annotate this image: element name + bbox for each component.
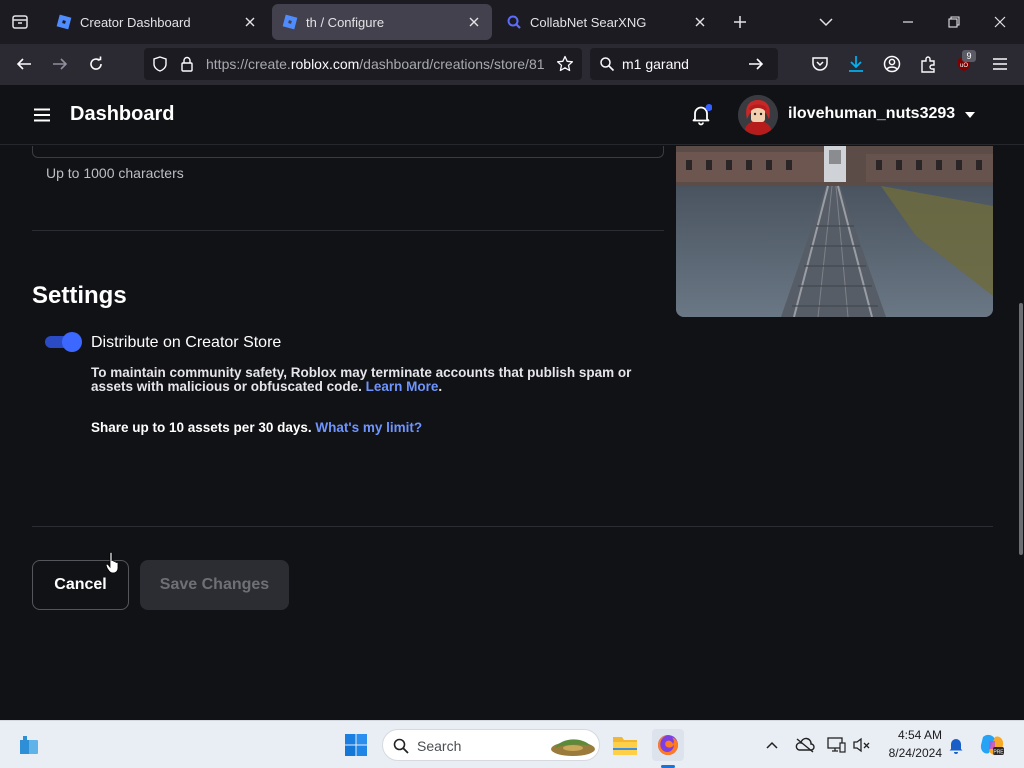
show-hidden-icons-icon[interactable] [756, 729, 788, 761]
avatar[interactable] [738, 95, 778, 135]
distribute-label: Distribute on Creator Store [91, 334, 282, 351]
go-arrow-icon[interactable] [748, 56, 764, 72]
close-tab-icon[interactable] [242, 14, 258, 30]
search-icon [393, 738, 409, 754]
asset-thumbnail [676, 146, 993, 317]
save-changes-button[interactable]: Save Changes [140, 560, 289, 610]
username[interactable]: ilovehuman_nuts3293 [788, 105, 955, 123]
tab-configure[interactable]: th / Configure [272, 4, 492, 40]
main-content: Up to 1000 characters Settings Distribut… [0, 146, 1018, 720]
notification-center-icon[interactable] [940, 729, 972, 761]
close-tab-icon[interactable] [692, 14, 708, 30]
restore-icon[interactable] [938, 6, 970, 38]
close-window-icon[interactable] [984, 6, 1016, 38]
close-tab-icon[interactable] [466, 14, 482, 30]
share-limit-text: Share up to 10 assets per 30 days. [91, 420, 312, 435]
svg-text:PRE: PRE [993, 750, 1004, 756]
hamburger-menu-icon[interactable] [34, 108, 50, 122]
account-icon[interactable] [876, 48, 908, 80]
firefox-icon[interactable] [652, 729, 684, 761]
reload-icon[interactable] [80, 48, 112, 80]
copilot-icon[interactable]: PRE [976, 729, 1008, 761]
shield-icon[interactable] [152, 56, 168, 72]
description-textarea[interactable] [32, 146, 664, 158]
svg-text:uO: uO [960, 63, 968, 69]
browser-nav-bar: https://create.roblox.com/dashboard/crea… [0, 44, 1024, 85]
search-icon [599, 56, 615, 72]
section-divider [32, 230, 664, 231]
search-query: m1 garand [622, 56, 689, 72]
bookmark-star-icon[interactable] [556, 55, 574, 73]
url-path: /dashboard/creations/store/81 [359, 56, 544, 72]
roblox-logo-icon [56, 14, 72, 30]
mouse-cursor-icon [106, 552, 120, 574]
roblox-logo-icon [282, 14, 298, 30]
character-limit-hint: Up to 1000 characters [46, 165, 184, 181]
app-header: Dashboard ilovehuman_nuts3293 [0, 85, 1024, 145]
clock-date[interactable]: 8/24/2024 [866, 746, 942, 760]
page-scrollbar[interactable] [1018, 146, 1024, 720]
back-icon[interactable] [8, 48, 40, 80]
chevron-down-icon[interactable] [965, 112, 975, 118]
extensions-icon[interactable] [912, 48, 944, 80]
search-highlight-icon [547, 734, 597, 758]
searxng-icon [506, 14, 522, 30]
tab-title: Creator Dashboard [80, 14, 191, 30]
widgets-icon[interactable] [14, 729, 46, 761]
search-bar[interactable]: m1 garand [590, 48, 778, 80]
tab-title: CollabNet SearXNG [530, 14, 647, 30]
share-limit-notice: Share up to 10 assets per 30 days. What'… [91, 420, 422, 435]
windows-taskbar: Search 4:54 AM 8/24/2024 PRE [0, 720, 1024, 768]
minimize-icon[interactable] [892, 6, 924, 38]
toggle-knob [62, 332, 82, 352]
safety-notice-text: To maintain community safety, Roblox may… [91, 365, 632, 394]
url-text[interactable]: https://create.roblox.com/dashboard/crea… [206, 56, 544, 72]
page-title: Dashboard [70, 103, 175, 125]
distribute-toggle[interactable] [45, 332, 83, 352]
url-bar[interactable]: https://create.roblox.com/dashboard/crea… [144, 48, 582, 80]
whats-my-limit-link[interactable]: What's my limit? [315, 420, 422, 435]
ublock-icon[interactable]: uO 9 [948, 48, 980, 80]
browser-tab-bar: Creator Dashboard th / Configure CollabN… [0, 0, 1024, 44]
url-domain: roblox.com [290, 56, 360, 72]
list-all-tabs-icon[interactable] [810, 6, 842, 38]
footer-divider [32, 526, 993, 527]
file-explorer-icon[interactable] [609, 729, 641, 761]
notifications-bell-icon[interactable] [690, 104, 712, 126]
taskbar-search[interactable]: Search [382, 729, 600, 761]
pocket-icon[interactable] [804, 48, 836, 80]
forward-icon[interactable] [44, 48, 76, 80]
safety-notice: To maintain community safety, Roblox may… [91, 365, 632, 394]
learn-more-link[interactable]: Learn More [366, 379, 439, 394]
lock-icon[interactable] [180, 56, 194, 72]
firefox-view-icon[interactable] [4, 6, 36, 38]
new-tab-icon[interactable] [724, 6, 756, 38]
clock-time[interactable]: 4:54 AM [880, 728, 942, 742]
extensions-badge: 9 [962, 50, 976, 62]
downloads-icon[interactable] [840, 48, 872, 80]
onedrive-offline-icon[interactable] [789, 729, 821, 761]
windows-start-icon[interactable] [340, 729, 372, 761]
menu-icon[interactable] [984, 48, 1016, 80]
url-prefix: https://create. [206, 56, 291, 72]
scrollbar-thumb[interactable] [1019, 303, 1023, 555]
tab-searxng[interactable]: CollabNet SearXNG [496, 4, 718, 40]
settings-heading: Settings [32, 282, 127, 309]
tab-title: th / Configure [306, 14, 385, 30]
tab-creator-dashboard[interactable]: Creator Dashboard [46, 4, 268, 40]
taskbar-search-placeholder: Search [417, 738, 462, 754]
